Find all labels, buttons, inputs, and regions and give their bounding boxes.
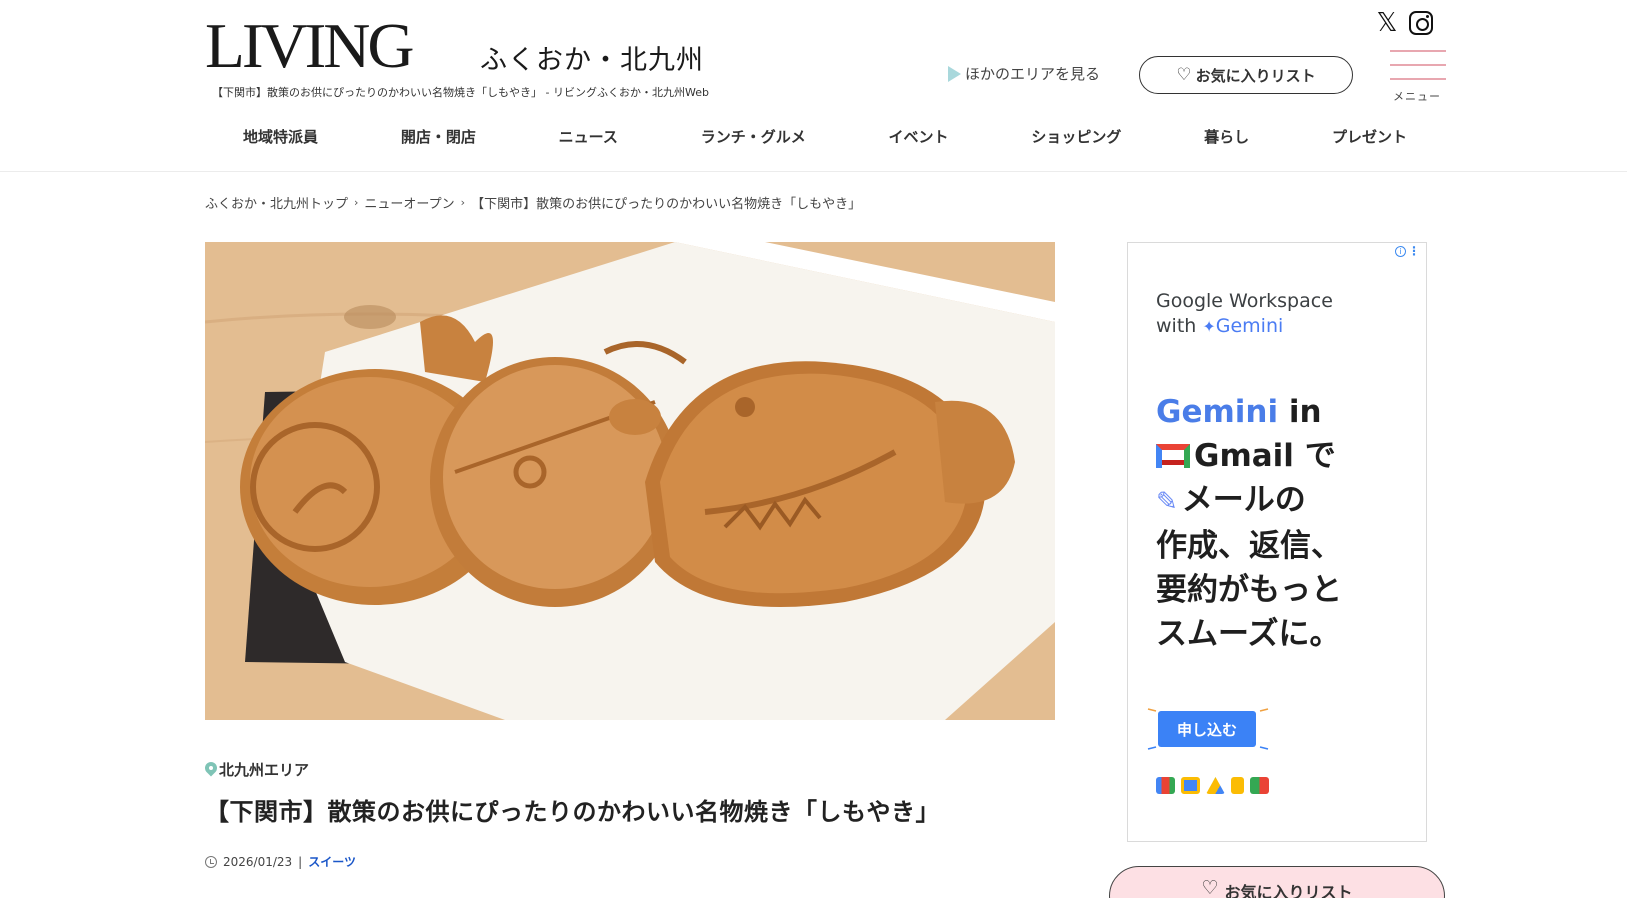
nav-item[interactable]: 暮らし — [1204, 126, 1249, 147]
other-area-label: ほかのエリアを見る — [965, 65, 1101, 83]
ad-brand-line2: with ✦Gemini — [1156, 314, 1333, 339]
ad-headline-text: メールの — [1181, 482, 1306, 518]
breadcrumb: ふくおか・北九州トップ › ニューオープン › 【下関市】散策のお供にぴったりの… — [205, 193, 861, 212]
site-header: LIVING ふくおか・北九州 【下関市】散策のお供にぴったりのかわいい名物焼き… — [0, 0, 1627, 172]
area-tag[interactable]: 北九州エリア — [205, 759, 309, 780]
ad-headline-in: in — [1278, 394, 1322, 430]
ad-headline-gemini: Gemini — [1156, 394, 1279, 430]
nav-item[interactable]: ランチ・グルメ — [701, 126, 806, 147]
favorites-bottom-button[interactable]: ♡ お気に入りリスト — [1109, 866, 1445, 898]
breadcrumb-current: 【下関市】散策のお供にぴったりのかわいい名物焼き「しもやき」 — [471, 197, 862, 212]
ad-apply-button[interactable]: 申し込む — [1158, 711, 1256, 747]
other-area-link[interactable]: ほかのエリアを見る — [948, 63, 1100, 84]
breadcrumb-category[interactable]: ニューオープン — [364, 193, 454, 212]
site-region-name[interactable]: ふくおか・北九州 — [480, 38, 704, 77]
hamburger-menu-icon[interactable] — [1390, 50, 1446, 82]
breadcrumb-separator: › — [460, 196, 466, 209]
workspace-app-icons — [1156, 777, 1269, 794]
favorites-button[interactable]: ♡ お気に入りリスト — [1139, 56, 1353, 94]
nav-item[interactable]: ニュース — [559, 126, 618, 147]
article-title: 【下関市】散策のお供にぴったりのかわいい名物焼き「しもやき」 — [205, 798, 940, 826]
ad-headline-line5: 要約がもっと — [1156, 572, 1342, 608]
ad-headline-gmail: Gmail で — [1194, 438, 1336, 474]
hero-image — [205, 242, 1055, 720]
ad-brand-with: with — [1156, 315, 1197, 337]
ad-options-icon[interactable]: ⋮ — [1408, 245, 1420, 257]
nav-item[interactable]: イベント — [889, 126, 949, 147]
instagram-icon[interactable] — [1409, 11, 1433, 35]
site-logo[interactable]: LIVING — [205, 14, 414, 78]
play-icon — [948, 65, 961, 82]
shimoyaki-photo — [205, 242, 1055, 720]
breadcrumb-separator: › — [354, 196, 359, 209]
gemini-spark-icon: ✦ — [1202, 317, 1216, 336]
meta-separator: | — [298, 854, 303, 869]
heart-icon: ♡ — [1176, 64, 1192, 85]
gmail-icon — [1156, 444, 1190, 468]
publish-date: 2026/01/23 — [223, 854, 293, 869]
favorites-label: お気に入りリスト — [1195, 66, 1316, 85]
article-meta: 2026/01/23 | スイーツ — [205, 853, 356, 870]
gmail-app-icon — [1156, 777, 1175, 794]
drive-app-icon — [1206, 777, 1225, 794]
nav-item[interactable]: 開店・閉店 — [401, 126, 476, 147]
ad-brand: Google Workspace with ✦Gemini — [1156, 289, 1333, 339]
meet-app-icon — [1250, 777, 1269, 794]
ad-headline-line4: 作成、返信、 — [1156, 528, 1342, 564]
calendar-app-icon — [1181, 777, 1200, 794]
pen-sparkle-icon: ✎ — [1156, 487, 1178, 517]
ad-headline-line6: スムーズに。 — [1156, 616, 1341, 652]
category-link[interactable]: スイーツ — [308, 853, 356, 870]
ad-headline-line3: ✎ メールの — [1156, 478, 1416, 524]
area-label: 北九州エリア — [219, 761, 310, 779]
ad-brand-line1: Google Workspace — [1156, 290, 1333, 312]
nav-item[interactable]: プレゼント — [1332, 126, 1407, 147]
breadcrumb-home[interactable]: ふくおか・北九州トップ — [205, 193, 348, 212]
ad-banner[interactable]: i ⋮ Google Workspace with ✦Gemini Gemini… — [1127, 242, 1427, 842]
docs-app-icon — [1231, 777, 1244, 794]
nav-item[interactable]: ショッピング — [1031, 126, 1121, 147]
menu-label[interactable]: メニュー — [1393, 88, 1441, 104]
ad-headline: Gemini in Gmail で ✎ メールの 作成、返信、 要約がもっと スム… — [1156, 390, 1416, 656]
favorites-bottom-label: お気に入りリスト — [1224, 883, 1353, 898]
nav-item[interactable]: 地域特派員 — [243, 126, 318, 147]
location-pin-icon — [205, 762, 217, 778]
ad-headline-line1: Gemini in — [1156, 390, 1416, 434]
clock-icon — [205, 855, 217, 868]
x-icon[interactable]: 𝕏 — [1374, 10, 1400, 36]
ad-info-icon[interactable]: i — [1395, 246, 1406, 257]
ad-headline-line2: Gmail で — [1156, 434, 1416, 478]
ad-brand-gemini: Gemini — [1215, 315, 1284, 337]
heart-icon: ♡ — [1201, 877, 1219, 898]
page-tagline: 【下関市】散策のお供にぴったりのかわいい名物焼き「しもやき」 - リビングふくお… — [212, 86, 709, 99]
global-nav: 地域特派員 開店・閉店 ニュース ランチ・グルメ イベント ショッピング 暮らし… — [205, 126, 1445, 147]
